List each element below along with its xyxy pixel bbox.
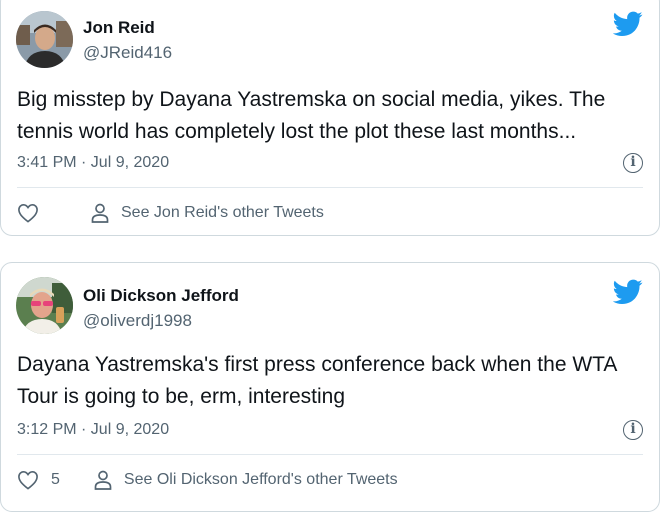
tweet-actions: 5 See Oli Dickson Jefford's other Tweets xyxy=(17,465,643,495)
person-icon xyxy=(91,203,109,223)
twitter-bird-icon[interactable] xyxy=(613,279,643,305)
tweet-timestamp[interactable]: 3:12 PM · Jul 9, 2020 xyxy=(17,421,169,439)
avatar-photo xyxy=(16,277,73,334)
heart-icon xyxy=(18,203,38,223)
user-handle[interactable]: @JReid416 xyxy=(83,43,172,63)
divider xyxy=(17,187,643,188)
tweet-text: Big misstep by Dayana Yastremska on soci… xyxy=(17,88,606,143)
avatar[interactable] xyxy=(16,277,73,334)
like-button[interactable]: 5 xyxy=(17,470,60,490)
see-other-tweets-label[interactable]: See Jon Reid's other Tweets xyxy=(121,204,324,222)
like-button[interactable] xyxy=(17,203,51,223)
display-name[interactable]: Jon Reid xyxy=(83,18,155,38)
display-name[interactable]: Oli Dickson Jefford xyxy=(83,286,239,306)
divider xyxy=(17,454,643,455)
info-icon[interactable]: i xyxy=(623,153,643,173)
see-other-tweets-link[interactable]: See Oli Dickson Jefford's other Tweets xyxy=(94,470,398,490)
person-icon xyxy=(94,470,112,490)
tweet-card[interactable]: Oli Dickson Jefford @oliverdj1998 Dayana… xyxy=(0,262,660,512)
tweet-timestamp[interactable]: 3:41 PM · Jul 9, 2020 xyxy=(17,154,169,172)
avatar-photo xyxy=(16,11,73,68)
avatar[interactable] xyxy=(16,11,73,68)
see-other-tweets-label[interactable]: See Oli Dickson Jefford's other Tweets xyxy=(124,471,398,489)
tweet-actions: See Jon Reid's other Tweets xyxy=(17,198,643,228)
heart-icon xyxy=(18,470,38,490)
like-count: 5 xyxy=(51,471,60,488)
tweet-text: Dayana Yastremska's first press conferen… xyxy=(17,353,617,408)
see-other-tweets-link[interactable]: See Jon Reid's other Tweets xyxy=(91,203,324,223)
tweet-card[interactable]: Jon Reid @JReid416 Big misstep by Dayana… xyxy=(0,0,660,236)
user-handle[interactable]: @oliverdj1998 xyxy=(83,311,192,331)
info-icon[interactable]: i xyxy=(623,420,643,440)
twitter-bird-icon[interactable] xyxy=(613,11,643,37)
